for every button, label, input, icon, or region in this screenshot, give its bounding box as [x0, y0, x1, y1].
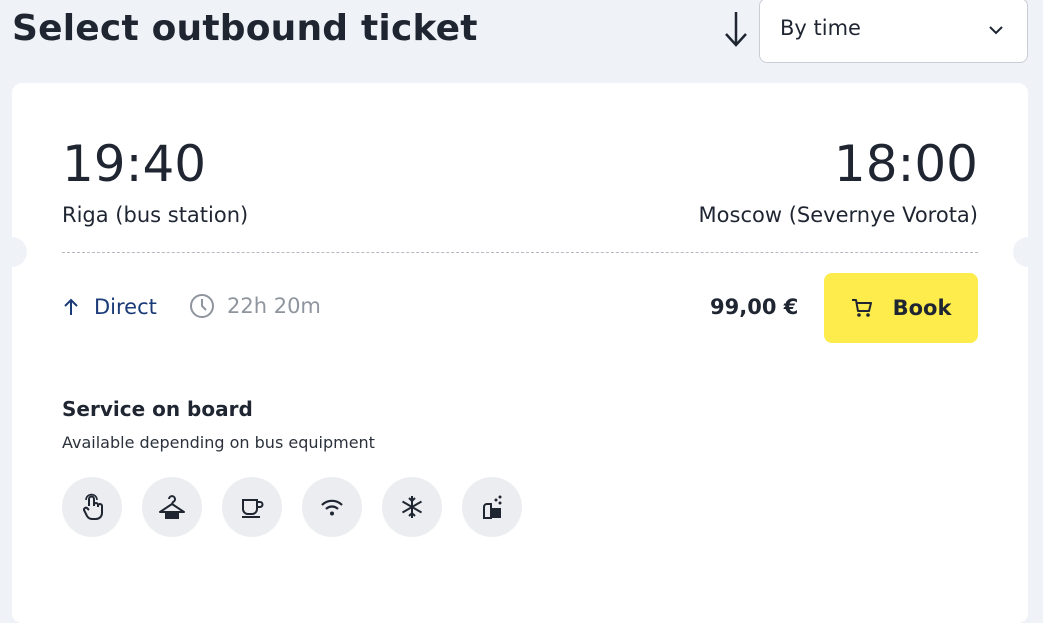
- card-notch-left: [0, 237, 27, 267]
- route-type-link[interactable]: Direct: [62, 295, 157, 319]
- chevron-down-icon: [989, 26, 1003, 35]
- sort-direction-icon[interactable]: [721, 8, 751, 50]
- sort-dropdown-value: By time: [780, 16, 861, 40]
- book-button-label: Book: [892, 296, 952, 320]
- dashed-divider: [62, 252, 978, 253]
- service-section-title: Service on board: [62, 397, 253, 421]
- route-type-label: Direct: [94, 295, 157, 319]
- ticket-card: 19:40 18:00 Riga (bus station) Moscow (S…: [0, 83, 1043, 623]
- wardrobe-hanger-icon: [142, 477, 202, 537]
- arrival-time: 18:00: [833, 135, 978, 193]
- clock-icon: [190, 294, 214, 318]
- cart-icon: [851, 299, 872, 317]
- trip-duration: 22h 20m: [189, 293, 321, 319]
- card-notch-right: [1013, 237, 1043, 267]
- departure-time: 19:40: [62, 135, 207, 193]
- air-conditioning-icon: [382, 477, 442, 537]
- service-section-subtitle: Available depending on bus equipment: [62, 433, 375, 452]
- coffee-icon: [222, 477, 282, 537]
- departure-station: Riga (bus station): [62, 203, 249, 227]
- washroom-icon: [462, 477, 522, 537]
- book-button[interactable]: Book: [824, 273, 978, 343]
- duration-label: 22h 20m: [227, 294, 321, 318]
- ticket-price: 99,00 €: [710, 295, 799, 319]
- page-title: Select outbound ticket: [12, 8, 478, 49]
- arrival-station: Moscow (Severnye Vorota): [698, 203, 978, 227]
- arrow-up-icon: [64, 298, 78, 315]
- touch-screen-icon: [62, 477, 122, 537]
- wifi-icon: [302, 477, 362, 537]
- amenities-list: [62, 477, 542, 537]
- sort-dropdown[interactable]: By time: [759, 0, 1028, 63]
